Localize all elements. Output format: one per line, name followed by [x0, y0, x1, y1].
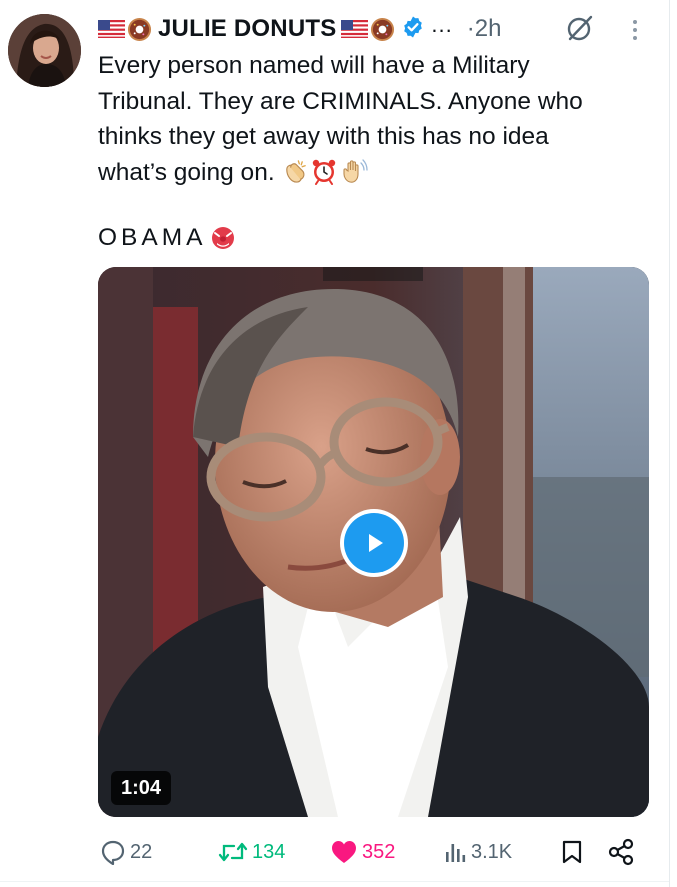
us-flag-icon	[98, 19, 125, 38]
tweet-text-line: Tribunal. They are CRIMINALS. Anyone who	[98, 87, 583, 115]
goblin-face-icon	[211, 227, 234, 249]
emoji-group	[281, 157, 368, 186]
video-duration: 1:04	[111, 771, 172, 805]
tweet-footer-text: OBAMA	[98, 224, 237, 252]
timestamp[interactable]: ·2h	[467, 15, 502, 43]
waving-hand-icon	[343, 159, 368, 183]
tweet-text: Every person named will have a Military …	[98, 48, 658, 190]
timeline-border	[669, 0, 670, 887]
display-name[interactable]: JULIE DONUTS	[158, 15, 336, 43]
donut-icon	[125, 17, 152, 42]
alarm-clock-icon	[312, 159, 335, 186]
obama-text: OBAMA	[98, 224, 207, 251]
tweet-text-line: Every person named will have a Military	[98, 52, 530, 79]
tweet-text-line: what’s going on.	[98, 155, 658, 191]
tweet-header: JULIE DONUTS ... ·2h	[98, 12, 501, 46]
tweet-text-line: thinks they get away with this has no id…	[98, 123, 549, 150]
handle-truncated[interactable]: ...	[431, 12, 452, 38]
repost-button[interactable]: 134	[218, 834, 285, 870]
views-button[interactable]: 3.1K	[445, 834, 512, 870]
donut-icon	[368, 17, 395, 42]
verified-badge-icon[interactable]	[395, 15, 425, 44]
bookmark-icon	[561, 839, 583, 865]
us-flag-icon	[341, 19, 369, 38]
reply-count: 22	[130, 840, 153, 863]
tweet-divider	[0, 881, 669, 882]
views-count: 3.1K	[471, 840, 513, 863]
avatar[interactable]	[8, 14, 81, 87]
share-icon	[607, 838, 635, 866]
reply-button[interactable]: 22	[100, 834, 152, 870]
like-count: 352	[362, 840, 396, 863]
heart-icon	[330, 839, 358, 865]
grok-icon[interactable]	[566, 14, 594, 42]
repost-count: 134	[252, 840, 286, 863]
tweet-text-line-end: what’s going on.	[98, 158, 275, 186]
play-button[interactable]	[340, 509, 408, 577]
avatar-image	[8, 14, 81, 87]
play-icon	[344, 513, 404, 573]
views-chart-icon	[445, 840, 467, 864]
tweet-actions: 22 134 352 3.1K	[0, 834, 669, 870]
repost-icon	[218, 839, 248, 865]
more-options-icon[interactable]	[625, 15, 645, 45]
share-button[interactable]	[607, 834, 635, 870]
clapping-hands-icon	[285, 159, 306, 183]
reply-icon	[100, 839, 126, 865]
like-button[interactable]: 352	[330, 834, 395, 870]
bookmark-button[interactable]	[561, 834, 583, 870]
